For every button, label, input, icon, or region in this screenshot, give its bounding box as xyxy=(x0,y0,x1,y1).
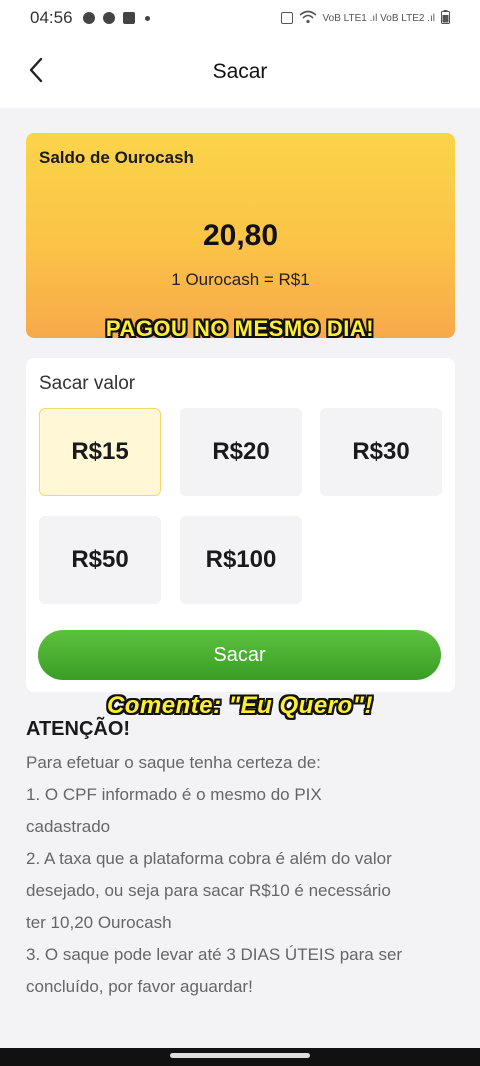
notice-line: 3. O saque pode levar até 3 DIAS ÚTEIS p… xyxy=(26,945,403,964)
notice-line: desejado, ou seja para sacar R$10 é nece… xyxy=(26,881,391,900)
amount-option-50[interactable]: R$50 xyxy=(39,516,161,604)
notice-line: 2. A taxa que a plataforma cobra é além … xyxy=(26,849,392,868)
signal-text: VoB LTE1 .ıl VoB LTE2 .ıl xyxy=(322,12,435,24)
page-header: Sacar xyxy=(0,36,480,108)
home-indicator[interactable] xyxy=(170,1053,310,1058)
promo-caption-top: PAGOU NO MESMO DIA! xyxy=(105,316,375,341)
back-button[interactable] xyxy=(22,57,50,88)
notice-title: ATENÇÃO! xyxy=(26,718,131,740)
amount-option-15[interactable]: R$15 xyxy=(39,408,161,496)
status-bar: 04:56 VoB LTE1 .ıl VoB LTE2 .ıl xyxy=(0,0,480,36)
notice-line: concluído, por favor aguardar! xyxy=(26,977,253,996)
settings-icon xyxy=(102,12,115,24)
withdraw-card: Sacar valor R$15 R$20 R$30 R$50 R$100 Sa… xyxy=(26,358,455,692)
withdraw-submit-button[interactable]: Sacar xyxy=(38,630,441,680)
amount-option-20[interactable]: R$20 xyxy=(180,408,302,496)
amount-option-100[interactable]: R$100 xyxy=(180,516,302,604)
status-right: VoB LTE1 .ıl VoB LTE2 .ıl xyxy=(280,9,450,27)
mute-icon xyxy=(280,12,293,24)
notice-line: cadastrado xyxy=(26,817,111,836)
battery-icon xyxy=(441,9,450,27)
notification-icon xyxy=(82,12,95,24)
withdraw-label: Sacar valor xyxy=(39,373,136,394)
exchange-rate: 1 Ourocash = R$1 xyxy=(171,270,310,289)
image-icon xyxy=(122,12,135,24)
balance-card: Saldo de Ourocash 20,80 1 Ourocash = R$1 xyxy=(26,133,455,338)
more-notifications-icon xyxy=(144,15,150,21)
promo-caption-bottom: Comente: "Eu Quero"! xyxy=(106,692,374,719)
page-title: Sacar xyxy=(212,60,268,83)
balance-value: 20,80 xyxy=(202,219,279,252)
wifi-icon xyxy=(299,10,317,27)
chevron-left-icon xyxy=(28,57,44,88)
navigation-bar xyxy=(0,1048,480,1066)
notice-line: 1. O CPF informado é o mesmo do PIX xyxy=(26,785,322,804)
notice-line: ter 10,20 Ourocash xyxy=(26,913,172,932)
balance-label: Saldo de Ourocash xyxy=(39,148,194,167)
amount-option-30[interactable]: R$30 xyxy=(320,408,442,496)
notice-line: Para efetuar o saque tenha certeza de: xyxy=(26,753,321,772)
status-time: 04:56 xyxy=(30,8,73,27)
notice-section: ATENÇÃO! Para efetuar o saque tenha cert… xyxy=(26,718,456,1003)
